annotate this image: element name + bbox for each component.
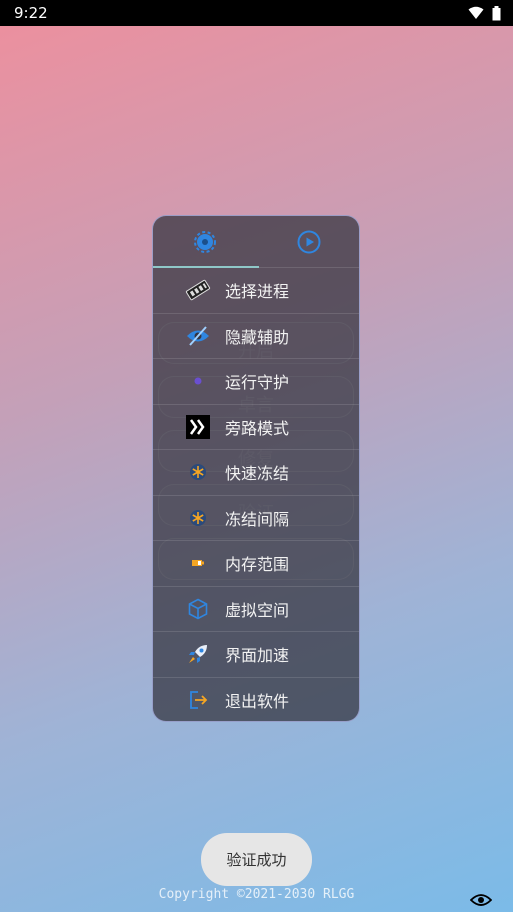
menu-item-label: 旁路模式 xyxy=(225,418,290,438)
memory-chip-icon xyxy=(185,277,211,303)
wifi-icon xyxy=(468,6,484,19)
shield-dot-icon xyxy=(185,368,211,394)
eye-slash-icon xyxy=(185,323,211,349)
copyright-text: Copyright ©2021-2030 RLGG xyxy=(158,887,355,902)
menu-item-label: 冻结间隔 xyxy=(225,509,290,529)
menu-item-label: 内存范围 xyxy=(225,555,290,575)
tab-indicator xyxy=(153,266,259,268)
snowflake-icon xyxy=(185,505,211,531)
status-icons xyxy=(468,5,501,21)
menu-item-label: 隐藏辅助 xyxy=(225,327,290,347)
battery-status-icon xyxy=(492,5,501,20)
gear-icon xyxy=(194,230,216,253)
menu-item-hide-assist[interactable]: 隐藏辅助 xyxy=(153,314,359,359)
status-bar: 9:22 xyxy=(0,0,513,26)
menu-item-label: 选择进程 xyxy=(225,282,290,302)
menu-item-label: 运行守护 xyxy=(225,373,290,393)
menu-item-virtual-space[interactable]: 虚拟空间 xyxy=(153,587,359,632)
menu-item-memory-range[interactable]: 内存范围 xyxy=(153,541,359,587)
menu-item-quick-freeze[interactable]: 快速冻结 xyxy=(153,450,359,496)
menu-item-ui-accelerate[interactable]: 界面加速 xyxy=(153,632,359,678)
menu-item-bypass-mode[interactable]: 旁路模式 xyxy=(153,405,359,450)
battery-icon xyxy=(185,550,211,576)
snowflake-icon xyxy=(185,459,211,485)
menu-item-label: 快速冻结 xyxy=(225,464,290,484)
menu-item-label: 界面加速 xyxy=(225,646,290,666)
menu-item-label: 虚拟空间 xyxy=(225,600,290,620)
tab-settings[interactable] xyxy=(153,216,257,267)
play-circle-icon xyxy=(297,230,321,253)
menu-item-select-process[interactable]: 选择进程 xyxy=(153,268,359,314)
eye-icon[interactable] xyxy=(470,892,492,908)
menu-item-exit-app[interactable]: 退出软件 xyxy=(153,678,359,722)
rocket-icon xyxy=(185,641,211,667)
menu-item-freeze-interval[interactable]: 冻结间隔 xyxy=(153,496,359,541)
chevrons-right-icon xyxy=(185,414,211,440)
tab-play[interactable] xyxy=(257,216,359,267)
menu-item-label: 退出软件 xyxy=(225,692,290,712)
status-time: 9:22 xyxy=(14,4,48,22)
toast-message: 验证成功 xyxy=(201,833,312,886)
menu-tabs xyxy=(153,216,359,268)
exit-icon xyxy=(185,687,211,713)
menu-item-run-guard[interactable]: 运行守护 xyxy=(153,359,359,405)
floating-menu-panel: 选择进程 隐藏辅助 运行守护 旁路模式 快速冻结 冻结间隔 内存范围 虚拟空间 … xyxy=(152,215,360,722)
cube-icon xyxy=(185,596,211,622)
